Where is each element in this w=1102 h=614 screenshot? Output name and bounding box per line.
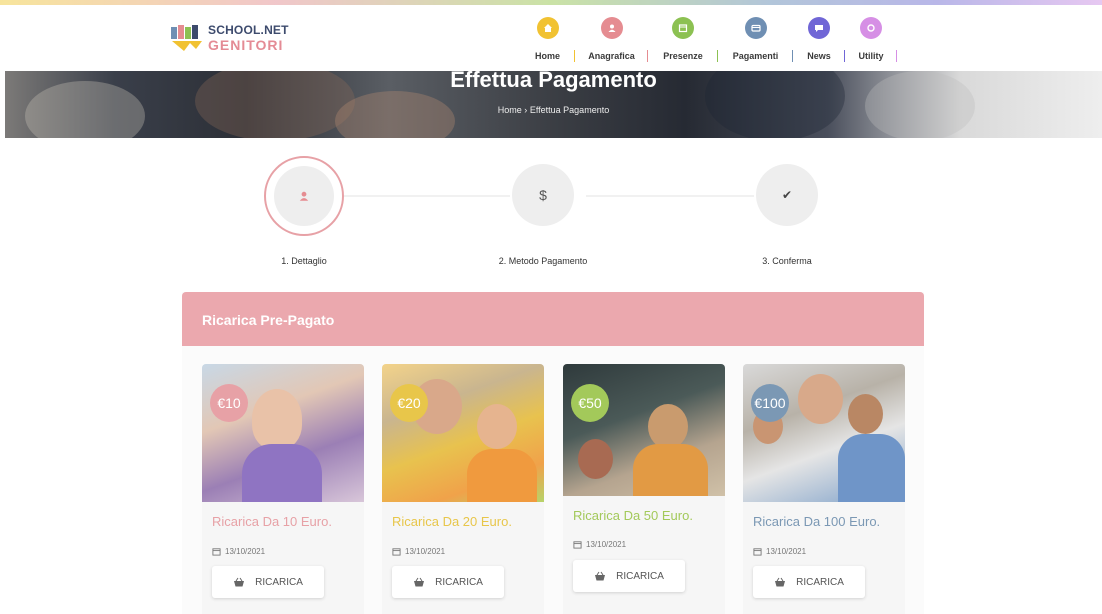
recharge-card-10[interactable]: €10 Ricarica Da 10 Euro. 13/10/2021 RICA… [202,364,364,614]
card-date: 13/10/2021 [573,540,626,549]
nav-label: Pagamenti [732,51,779,61]
price-badge: €50 [571,384,609,422]
step-dettaglio[interactable] [264,156,344,236]
nav-label: Utility [858,51,884,61]
step-conferma[interactable]: ✔ [756,164,818,226]
nav-label: Home [534,51,560,61]
ricarica-button[interactable]: RICARICA [753,566,865,598]
recharge-card-20[interactable]: €20 Ricarica Da 20 Euro. 13/10/2021 RICA… [382,364,544,614]
nav-label: News [807,51,831,61]
price-badge: €20 [390,384,428,422]
calendar-icon [672,17,694,39]
nav-item-pagamenti[interactable]: Pagamenti [718,5,793,71]
calendar-icon [392,548,401,556]
breadcrumb-home[interactable]: Home [498,105,522,115]
card-title: Ricarica Da 100 Euro. [753,514,881,529]
ricarica-label: RICARICA [616,570,664,582]
nav-item-utility[interactable]: Utility [845,5,897,71]
nav-item-home[interactable]: Home [520,5,575,71]
card-title: Ricarica Da 10 Euro. [212,514,332,529]
recharge-card-100[interactable]: €100 Ricarica Da 100 Euro. 13/10/2021 RI… [743,364,905,614]
step-inner [274,166,334,226]
card-date: 13/10/2021 [212,547,265,556]
calendar-icon [573,541,582,549]
nav-item-presenze[interactable]: Presenze [648,5,718,71]
card-date-text: 13/10/2021 [405,547,446,556]
ricarica-label: RICARICA [255,576,303,588]
price-badge: €10 [210,384,248,422]
card-date: 13/10/2021 [392,547,445,556]
recharge-card-50[interactable]: €50 Ricarica Da 50 Euro. 13/10/2021 RICA… [563,364,725,614]
recharge-panel: Ricarica Pre-Pagato €10 Ricarica Da 10 E… [182,292,924,614]
logo-text-primary: SCHOOL.NET [208,23,289,37]
nav-item-news[interactable]: News [793,5,845,71]
step-connector [344,195,510,197]
calendar-icon [212,548,221,556]
progress-steps: $ ✔ 1. Dettaglio 2. Metodo Pagamento 3. … [0,138,1102,288]
card-date-text: 13/10/2021 [225,547,266,556]
basket-icon [234,577,245,587]
basket-icon [775,577,786,587]
step-connector [586,195,754,197]
panel-title: Ricarica Pre-Pagato [202,312,335,328]
logo-text-secondary: GENITORI [208,37,284,53]
breadcrumb: Home › Effettua Pagamento [5,105,1102,115]
check-icon: ✔ [781,188,793,202]
nav-item-anagrafica[interactable]: Anagrafica [575,5,648,71]
user-icon [299,191,309,201]
nav-separator [896,50,897,62]
basket-icon [414,577,425,587]
user-icon [600,17,623,39]
card-date: 13/10/2021 [753,547,806,556]
hero-banner: Effettua Pagamento Home › Effettua Pagam… [5,71,1102,138]
step-metodo-pagamento[interactable]: $ [512,164,574,226]
card-icon [744,17,767,39]
price-badge: €100 [751,384,789,422]
panel-header: Ricarica Pre-Pagato [182,292,924,346]
card-title: Ricarica Da 50 Euro. [573,508,693,523]
breadcrumb-separator: › [524,105,528,115]
logo[interactable]: SCHOOL.NET GENITORI [170,21,290,57]
step-label-metodo: 2. Metodo Pagamento [498,256,588,266]
dollar-icon: $ [539,187,547,203]
chat-icon [808,17,830,39]
nav-label: Presenze [663,51,703,61]
header: SCHOOL.NET GENITORI Home Anagrafica Pres… [0,5,1102,71]
card-date-text: 13/10/2021 [586,540,627,549]
logo-mark-icon [171,25,202,51]
breadcrumb-current: Effettua Pagamento [529,105,610,115]
nav-label: Anagrafica [588,51,635,61]
main-nav: Home Anagrafica Presenze Pagamenti News … [520,5,897,71]
page-title: Effettua Pagamento [450,71,657,92]
step-label-conferma: 3. Conferma [762,256,812,266]
basket-icon [595,571,606,581]
ricarica-button[interactable]: RICARICA [392,566,504,598]
ricarica-button[interactable]: RICARICA [212,566,324,598]
ricarica-button[interactable]: RICARICA [573,560,685,592]
card-title: Ricarica Da 20 Euro. [392,514,512,529]
card-date-text: 13/10/2021 [766,547,807,556]
tools-icon [860,17,882,39]
step-label-dettaglio: 1. Dettaglio [281,256,327,266]
ricarica-label: RICARICA [796,576,844,588]
calendar-icon [753,548,762,556]
home-icon [536,17,559,39]
ricarica-label: RICARICA [435,576,483,588]
